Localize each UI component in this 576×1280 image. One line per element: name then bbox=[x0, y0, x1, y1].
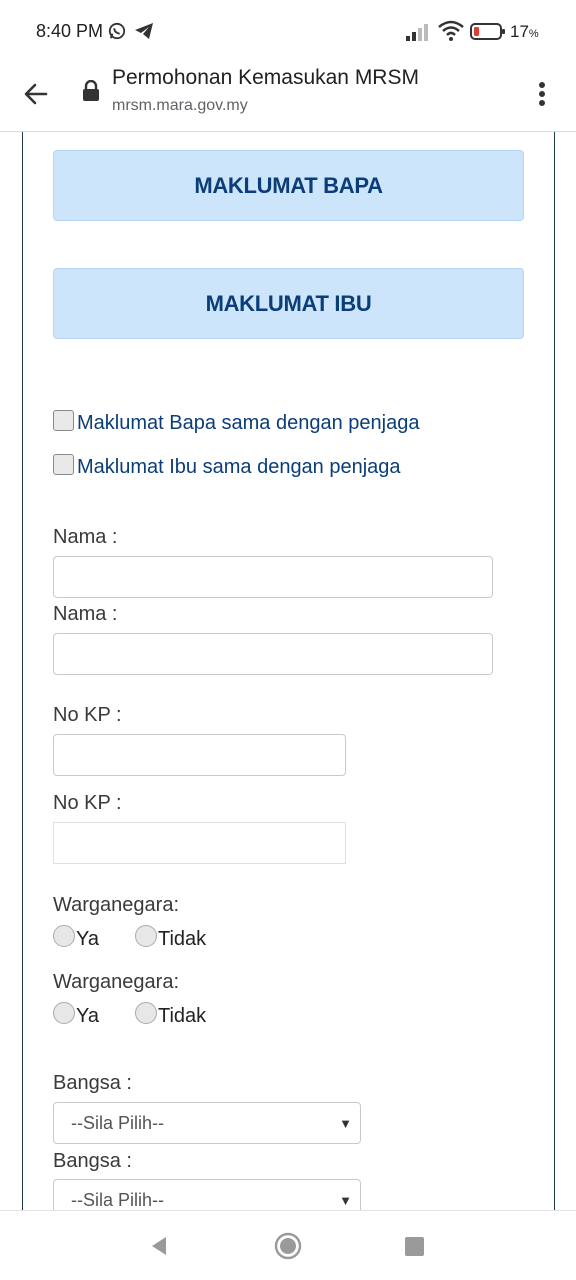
dropdown-caret-icon: ▼ bbox=[339, 1193, 352, 1208]
status-time: 8:40 PM bbox=[36, 21, 104, 41]
radio-label-tidak[interactable]: Tidak bbox=[158, 928, 206, 951]
bangsa-bapa-select[interactable]: --Sila Pilih-- ▼ bbox=[53, 1102, 361, 1144]
warganegara-ibu-ya-radio[interactable] bbox=[53, 1001, 75, 1024]
more-vertical-icon bbox=[539, 82, 545, 106]
warganegara-ibu-tidak-radio[interactable] bbox=[134, 1001, 157, 1024]
no-kp-bapa-label: No KP : bbox=[53, 704, 122, 726]
ibu-same-label[interactable]: Maklumat Ibu sama dengan penjaga bbox=[77, 456, 401, 479]
system-nav-bar bbox=[0, 1210, 576, 1280]
back-button[interactable] bbox=[18, 76, 54, 112]
warganegara-ibu-radio-group: Ya Tidak bbox=[53, 1001, 206, 1028]
ibu-same-checkbox-row[interactable]: Maklumat Ibu sama dengan penjaga bbox=[53, 454, 401, 479]
nav-home-icon[interactable] bbox=[274, 1232, 302, 1260]
warganegara-bapa-tidak-radio[interactable] bbox=[134, 924, 157, 947]
radio-label-tidak[interactable]: Tidak bbox=[158, 1005, 206, 1028]
warganegara-bapa-ya-radio[interactable] bbox=[53, 924, 75, 947]
bangsa-ibu-selected-value: --Sila Pilih-- bbox=[71, 1189, 165, 1210]
signal-icon bbox=[406, 24, 428, 41]
status-bar: 8:40 PM 17% bbox=[0, 0, 576, 62]
nama-ibu-input[interactable] bbox=[53, 633, 493, 675]
bangsa-ibu-label: Bangsa : bbox=[53, 1150, 132, 1172]
warganegara-bapa-radio-group: Ya Tidak bbox=[53, 924, 206, 951]
maklumat-bapa-button[interactable]: MAKLUMAT BAPA bbox=[53, 150, 524, 221]
warganegara-ibu-label: Warganegara: bbox=[53, 971, 179, 993]
nav-recents-icon[interactable] bbox=[405, 1237, 424, 1256]
battery-icon bbox=[470, 23, 505, 40]
bangsa-bapa-label: Bangsa : bbox=[53, 1072, 132, 1094]
arrow-left-icon bbox=[24, 83, 48, 105]
bapa-same-checkbox[interactable] bbox=[53, 410, 74, 431]
maklumat-ibu-button[interactable]: MAKLUMAT IBU bbox=[53, 268, 524, 339]
nav-back-icon[interactable] bbox=[148, 1235, 170, 1257]
dropdown-caret-icon: ▼ bbox=[339, 1116, 352, 1131]
ibu-same-checkbox[interactable] bbox=[53, 454, 74, 475]
telegram-icon bbox=[135, 23, 153, 39]
bangsa-ibu-select[interactable]: --Sila Pilih-- ▼ bbox=[53, 1179, 361, 1210]
lock-icon bbox=[83, 80, 99, 101]
nama-ibu-label: Nama : bbox=[53, 603, 118, 625]
warganegara-bapa-label: Warganegara: bbox=[53, 894, 179, 916]
page-title[interactable]: Permohonan Kemasukan MRSM bbox=[112, 66, 419, 90]
bangsa-bapa-selected-value: --Sila Pilih-- bbox=[71, 1112, 165, 1133]
browser-toolbar: Permohonan Kemasukan MRSM mrsm.mara.gov.… bbox=[0, 62, 576, 132]
nama-bapa-input[interactable] bbox=[53, 556, 493, 598]
bapa-same-label[interactable]: Maklumat Bapa sama dengan penjaga bbox=[77, 412, 419, 435]
bapa-same-checkbox-row[interactable]: Maklumat Bapa sama dengan penjaga bbox=[53, 410, 419, 435]
battery-percent: 17% bbox=[510, 22, 539, 41]
nama-bapa-label: Nama : bbox=[53, 526, 118, 548]
no-kp-ibu-label: No KP : bbox=[53, 792, 122, 814]
web-content: MAKLUMAT BAPA MAKLUMAT IBU Maklumat Bapa… bbox=[0, 132, 576, 1210]
radio-label-ya[interactable]: Ya bbox=[76, 1005, 99, 1028]
overflow-menu-button[interactable] bbox=[526, 74, 558, 114]
no-kp-bapa-input[interactable] bbox=[53, 734, 346, 776]
whatsapp-icon bbox=[108, 22, 126, 40]
wifi-icon bbox=[438, 20, 464, 41]
radio-label-ya[interactable]: Ya bbox=[76, 928, 99, 951]
page-url[interactable]: mrsm.mara.gov.my bbox=[112, 97, 248, 115]
no-kp-ibu-input[interactable] bbox=[53, 822, 346, 864]
